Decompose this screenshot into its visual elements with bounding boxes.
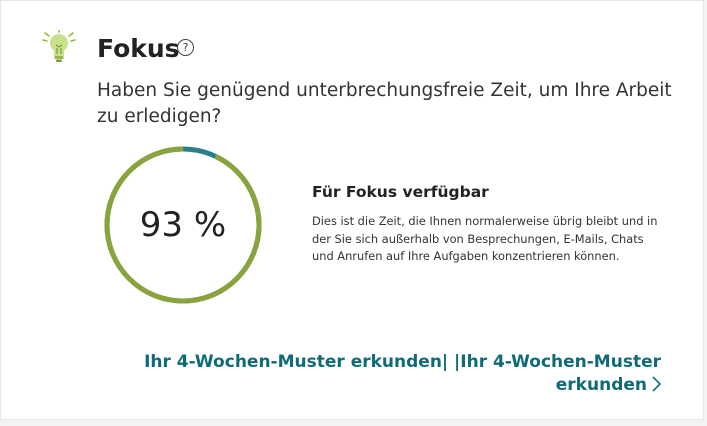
chevron-right-icon[interactable] <box>651 376 662 399</box>
card-title: Fokus <box>97 34 180 63</box>
focus-percent-value: 93 % <box>139 205 227 245</box>
focus-card: Fokus ? Haben Sie genügend unterbrechung… <box>0 0 704 420</box>
lightbulb-icon <box>41 29 77 66</box>
focus-info-description: Dies ist die Zeit, die Ihnen normalerwei… <box>312 214 658 263</box>
help-icon[interactable]: ? <box>177 39 194 56</box>
focus-info-title: Für Fokus verfügbar <box>312 183 489 201</box>
explore-pattern-link-label[interactable]: Ihr 4-Wochen-Muster erkunden| |Ihr 4-Woc… <box>144 352 661 395</box>
focus-question: Haben Sie genügend unterbrechungsfreie Z… <box>97 80 672 127</box>
explore-pattern-link[interactable]: Ihr 4-Wochen-Muster erkunden| |Ihr 4-Woc… <box>121 351 662 399</box>
